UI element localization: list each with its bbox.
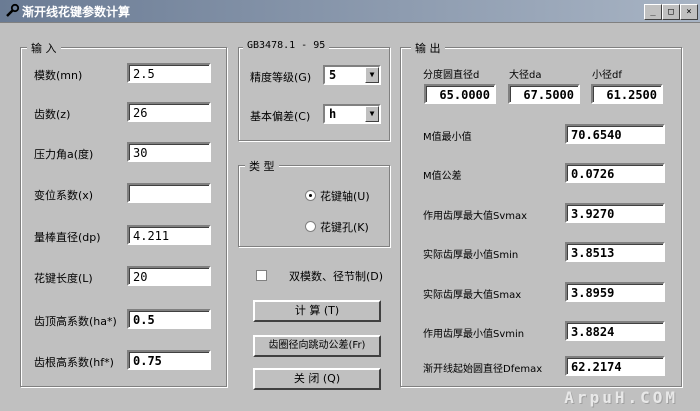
standard-legend: GB3478.1 - 95 <box>243 40 330 51</box>
deviation-select[interactable]: h ▼ <box>323 104 381 124</box>
input-legend: 输 入 <box>27 40 61 56</box>
pitch-diameter-output: 65.0000 <box>424 84 496 104</box>
shift-coefficient-label: 变位系数(x) <box>34 189 94 202</box>
grade-label: 精度等级(G) <box>250 71 312 84</box>
addendum-coefficient-label: 齿顶高系数(ha*) <box>34 315 117 328</box>
standard-group: GB3478.1 - 95 <box>238 40 390 141</box>
pressure-angle-label: 压力角a(度) <box>34 148 94 161</box>
dedendum-coefficient-label: 齿根高系数(hf*) <box>34 356 114 369</box>
window-title: 渐开线花键参数计算 <box>22 5 131 19</box>
input-group: 输 入 <box>20 40 227 387</box>
s-max-label: 实际齿厚最大值Smax <box>423 290 522 301</box>
pitch-diameter-label: 分度圆直径d <box>423 70 480 81</box>
m-tolerance-output: 0.0726 <box>565 163 665 183</box>
minor-diameter-output: 61.2500 <box>591 84 663 104</box>
pin-diameter-input[interactable]: 4.211 <box>127 225 211 245</box>
shaft-radio[interactable] <box>305 190 316 201</box>
dropdown-arrow-icon[interactable]: ▼ <box>365 106 379 122</box>
pressure-angle-input[interactable]: 30 <box>127 142 211 162</box>
m-tolerance-label: M值公差 <box>423 171 462 182</box>
shaft-radio-label[interactable]: 花键轴(U) <box>320 188 370 204</box>
output-legend: 输 出 <box>411 40 445 56</box>
sv-min-output: 3.8824 <box>565 321 665 341</box>
wrench-icon <box>6 3 20 17</box>
m-min-label: M值最小值 <box>423 132 472 143</box>
type-legend: 类 型 <box>245 158 279 174</box>
shift-coefficient-input[interactable] <box>127 183 211 203</box>
module-label: 模数(mn) <box>34 69 83 82</box>
minimize-button[interactable]: _ <box>644 4 662 20</box>
close-window-button[interactable]: × <box>680 4 698 20</box>
dual-module-label[interactable]: 双模数、径节制(D) <box>289 268 383 284</box>
grade-value: 5 <box>329 68 337 82</box>
grade-select[interactable]: 5 ▼ <box>323 65 381 85</box>
major-diameter-label: 大径da <box>509 70 542 81</box>
s-max-output: 3.8959 <box>565 282 665 302</box>
close-button[interactable]: 关 闭 (Q) <box>253 368 381 390</box>
sv-max-label: 作用齿厚最大值Svmax <box>423 211 528 222</box>
s-min-label: 实际齿厚最小值Smin <box>423 250 519 261</box>
sv-max-output: 3.9270 <box>565 203 665 223</box>
deviation-label: 基本偏差(C) <box>250 110 311 123</box>
pin-diameter-label: 量棒直径(dp) <box>34 231 101 244</box>
title-bar: 渐开线花键参数计算 _ □ × <box>0 0 700 23</box>
dropdown-arrow-icon[interactable]: ▼ <box>365 67 379 83</box>
s-min-output: 3.8513 <box>565 242 665 262</box>
dual-module-checkbox[interactable] <box>256 270 267 281</box>
watermark: ArpuH.COM <box>564 388 678 407</box>
spline-length-input[interactable]: 20 <box>127 266 211 286</box>
calculate-button[interactable]: 计 算 (T) <box>253 300 381 322</box>
hole-radio-label[interactable]: 花键孔(K) <box>320 219 369 235</box>
m-min-output: 70.6540 <box>565 124 665 144</box>
teeth-input[interactable]: 26 <box>127 102 211 122</box>
dfe-max-label: 渐开线起始圆直径Dfemax <box>423 364 543 375</box>
runout-tolerance-button[interactable]: 齿圈径向跳动公差(Fr) <box>253 335 381 357</box>
spline-length-label: 花键长度(L) <box>34 272 93 285</box>
addendum-coefficient-input[interactable]: 0.5 <box>127 309 211 329</box>
maximize-button[interactable]: □ <box>662 4 680 20</box>
major-diameter-output: 67.5000 <box>508 84 580 104</box>
dedendum-coefficient-input[interactable]: 0.75 <box>127 350 211 370</box>
teeth-label: 齿数(z) <box>34 108 71 121</box>
hole-radio[interactable] <box>305 221 316 232</box>
deviation-value: h <box>329 107 337 121</box>
dfe-max-output: 62.2174 <box>565 356 665 376</box>
module-input[interactable]: 2.5 <box>127 63 211 83</box>
minor-diameter-label: 小径df <box>592 70 622 81</box>
sv-min-label: 作用齿厚最小值Svmin <box>423 329 525 340</box>
